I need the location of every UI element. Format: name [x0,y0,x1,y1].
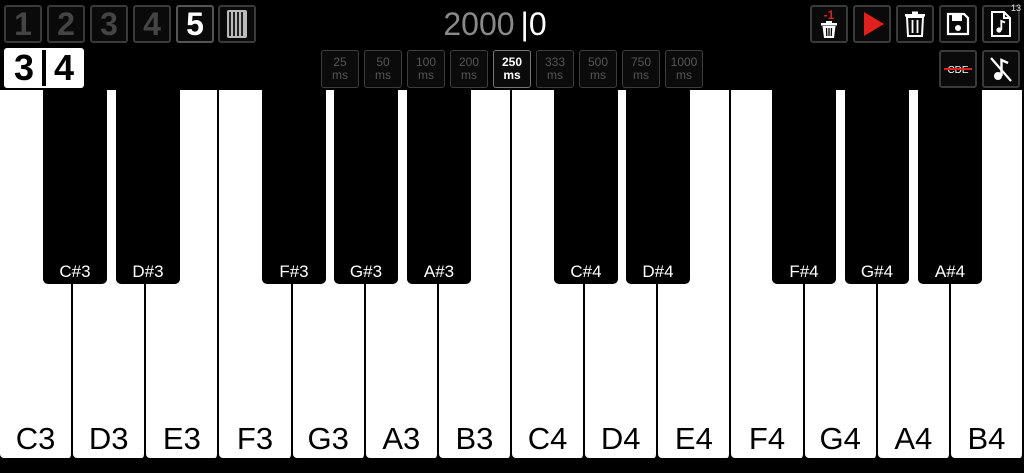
white-key-label: A4 [894,421,933,456]
black-key-c-sharp3[interactable]: C#3 [43,90,107,284]
octave-button-3[interactable]: 3 [90,5,128,43]
duration-button-100ms[interactable]: 100 ms [407,50,445,88]
duration-button-50ms[interactable]: 50 ms [364,50,402,88]
mute-note-icon [990,57,1012,82]
duration-button-333ms[interactable]: 333 ms [536,50,574,88]
white-key-label: E3 [162,421,201,456]
black-key-label: A#4 [934,262,966,281]
white-key-label: A3 [382,421,421,456]
tempo-value: 2000 [443,6,515,42]
white-key-label: G4 [819,421,861,456]
black-key-f-sharp3[interactable]: F#3 [262,90,326,284]
trash-icon [905,11,925,37]
white-key-label: F3 [236,421,274,456]
note-names-toggle-button[interactable]: CDE [939,50,977,88]
white-key-label: F4 [748,421,786,456]
black-key-label: F#3 [279,262,309,281]
black-key-label: G#4 [860,262,894,281]
black-key-d-sharp3[interactable]: D#3 [116,90,180,284]
octave-button-4[interactable]: 4 [133,5,171,43]
duration-unit: ms [418,68,434,82]
keyboard-toggle-button[interactable] [218,5,256,43]
song-count-badge: 13 [1011,3,1022,13]
duration-unit: ms [461,68,477,82]
tempo-counter: 2000 |0 [420,4,570,44]
duration-unit: ms [633,68,649,82]
delete-button[interactable] [896,5,934,43]
black-key-c-sharp4[interactable]: C#4 [554,90,618,284]
white-key-label: D4 [600,421,641,456]
duration-unit: ms [590,68,606,82]
octave-button-2[interactable]: 2 [47,5,85,43]
white-key-label: B4 [967,421,1006,456]
white-key-label: C4 [527,421,568,456]
black-key-label: G#3 [349,262,383,281]
black-key-a-sharp4[interactable]: A#4 [918,90,982,284]
black-key-label: C#4 [570,262,602,281]
save-button[interactable] [939,5,977,43]
keyboard-icon [227,10,247,38]
play-button[interactable] [853,5,891,43]
duration-unit: ms [676,68,692,82]
duration-unit: ms [503,68,521,82]
music-file-icon [991,11,1011,37]
duration-button-750ms[interactable]: 750 ms [622,50,660,88]
black-key-g-sharp3[interactable]: G#3 [334,90,398,284]
black-key-a-sharp3[interactable]: A#3 [407,90,471,284]
note-names-toggle-icon: CDE [944,65,972,76]
black-key-g-sharp4[interactable]: G#4 [845,90,909,284]
octave-button-1[interactable]: 1 [4,5,42,43]
play-icon [864,12,884,36]
black-key-f-sharp4[interactable]: F#4 [772,90,836,284]
duration-button-500ms[interactable]: 500 ms [579,50,617,88]
duration-unit: ms [332,68,348,82]
save-icon [946,12,970,36]
octave-button-5[interactable]: 5 [176,5,214,43]
time-signature-unit: 4 [53,47,75,88]
duration-unit: ms [375,68,391,82]
duration-button-1000ms[interactable]: 1000 ms [665,50,703,88]
piano-keyboard: C3 D3 E3 F3 G3 A3 B3 C4 D4 E4 F4 G4 A4 B4 C#3 D#3 F#3 G#3… [0,90,1024,473]
undo-icon: -1 [821,8,837,38]
white-key-label: C3 [15,421,56,456]
black-key-label: F#4 [789,262,819,281]
white-key-label: E4 [674,421,713,456]
black-key-d-sharp4[interactable]: D#4 [626,90,690,284]
note-names-label: CDE [947,65,968,76]
duration-button-200ms[interactable]: 200 ms [450,50,488,88]
black-key-label: D#3 [132,262,164,281]
black-key-label: D#4 [642,262,674,281]
duration-button-250ms[interactable]: 250 ms [493,50,531,88]
white-key-label: G3 [307,421,349,456]
time-signature-button[interactable]: 3 4 [4,48,84,88]
bar-counter: |0 [520,6,547,42]
white-key-label: D3 [88,421,129,456]
white-key-label: B3 [455,421,494,456]
black-key-label: A#3 [423,262,455,281]
duration-button-25ms[interactable]: 25 ms [321,50,359,88]
mute-note-button[interactable] [982,50,1020,88]
time-signature-beats: 3 [13,47,35,88]
black-key-label: C#3 [59,262,91,281]
undo-last-note-button[interactable]: -1 [810,5,848,43]
undo-label: -1 [824,8,835,22]
duration-unit: ms [547,68,563,82]
